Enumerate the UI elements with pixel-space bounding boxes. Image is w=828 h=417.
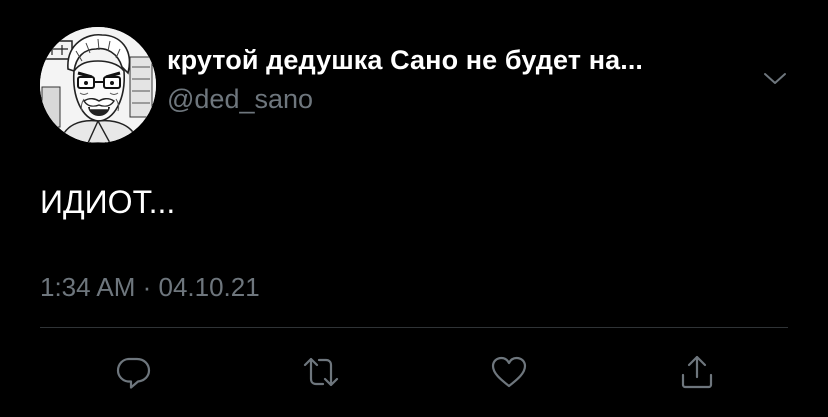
share-icon	[681, 355, 713, 389]
retweet-button[interactable]	[299, 350, 343, 394]
chevron-down-icon[interactable]	[760, 66, 790, 90]
author-name[interactable]: крутой дедушка Сано не будет на...	[167, 45, 643, 76]
like-button[interactable]	[487, 350, 531, 394]
avatar[interactable]	[40, 27, 156, 143]
divider	[40, 327, 788, 328]
retweet-icon	[303, 357, 339, 387]
heart-icon	[491, 356, 527, 388]
manga-grandpa-avatar-image	[40, 27, 156, 143]
tweet-text: ИДИОТ...	[40, 184, 176, 220]
tweet-timestamp[interactable]: 1:34 AM · 04.10.21	[40, 272, 260, 303]
author-handle[interactable]: @ded_sano	[167, 84, 313, 115]
reply-button[interactable]	[111, 350, 155, 394]
share-button[interactable]	[675, 350, 719, 394]
reply-icon	[116, 357, 151, 389]
